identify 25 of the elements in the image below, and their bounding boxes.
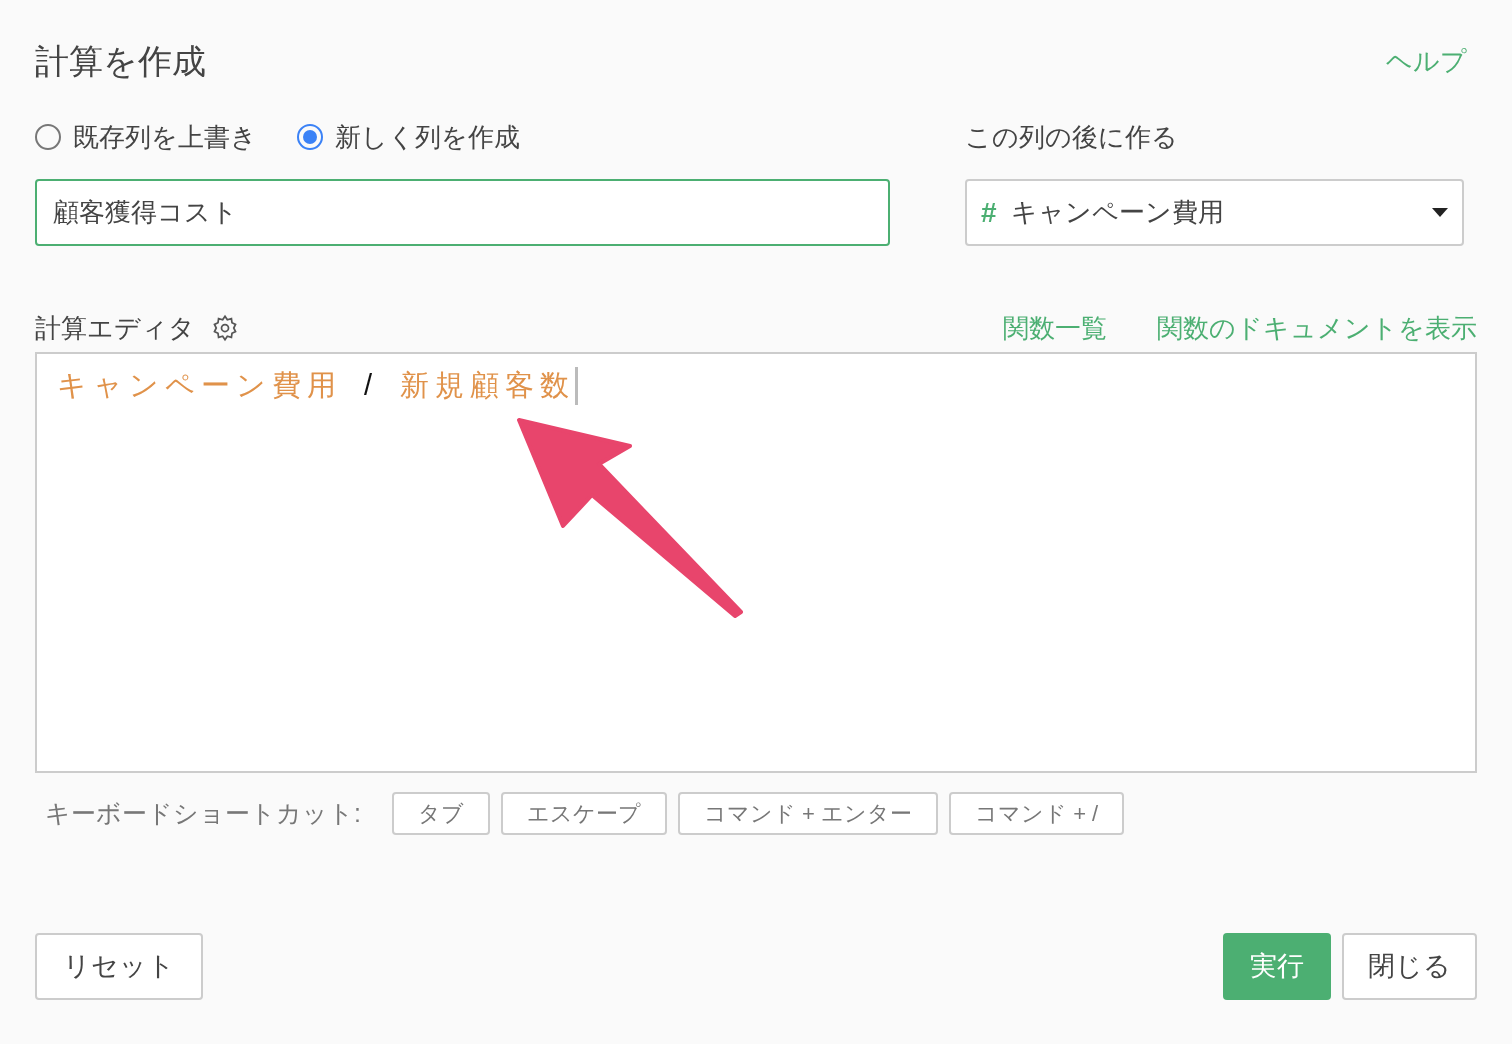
- close-button[interactable]: 閉じる: [1342, 933, 1477, 1000]
- column-name-field[interactable]: 顧客獲得コスト: [35, 179, 890, 246]
- caret-icon: [1432, 207, 1448, 218]
- number-type-symbol: #: [981, 195, 997, 230]
- position-dropdown[interactable]: # キャンペーン費用: [965, 179, 1464, 246]
- radio-option[interactable]: 既存列を上書き: [35, 117, 257, 157]
- dropdown-value: キャンペーン費用: [1010, 196, 1225, 229]
- shortcut-key: コマンド + /: [949, 792, 1125, 835]
- shortcut-key: エスケープ: [500, 792, 667, 835]
- shortcut-key: タブ: [391, 792, 490, 835]
- reset-button[interactable]: リセット: [35, 933, 203, 1000]
- radio-button[interactable]: [35, 124, 61, 150]
- operator-token: /: [364, 368, 379, 403]
- shortcut-key: コマンド + エンター: [677, 792, 939, 835]
- text-cursor: [575, 366, 579, 405]
- column-token: キャンペーン費用: [57, 368, 342, 403]
- formula-editor[interactable]: キャンペーン費用 / 新規顧客数: [35, 352, 1477, 773]
- settings-icon[interactable]: [211, 314, 239, 342]
- column-token: 新規顧客数: [400, 368, 576, 403]
- position-label: この列の後に作る: [965, 120, 1179, 154]
- dialog-title: 計算を作成: [35, 41, 206, 82]
- shortcuts-label: キーボードショートカット:: [45, 797, 361, 829]
- radio-button[interactable]: [297, 124, 323, 150]
- radio-option[interactable]: 新しく列を作成: [297, 117, 520, 157]
- editor-label: 計算エディタ: [35, 311, 195, 345]
